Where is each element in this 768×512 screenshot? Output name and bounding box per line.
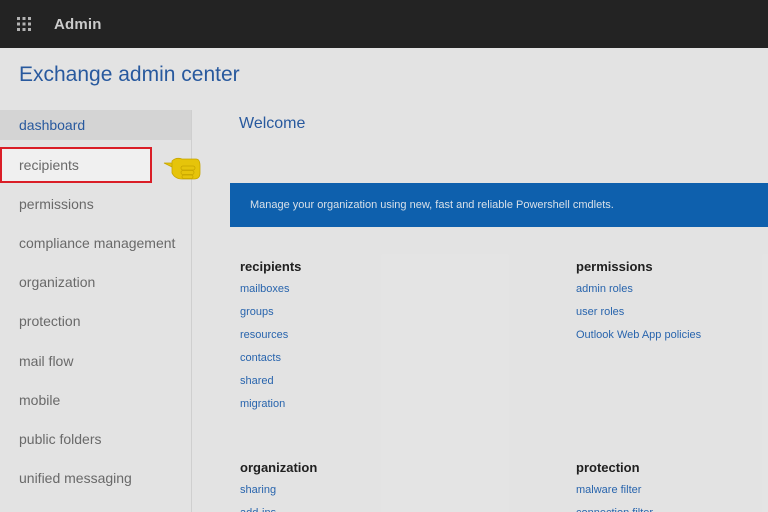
link-resources[interactable]: resources — [240, 324, 301, 347]
section-permissions: permissions admin roles user roles Outlo… — [576, 259, 701, 347]
nav-item-dashboard[interactable]: dashboard — [0, 110, 191, 140]
main-content: Welcome Manage your organization using n… — [192, 110, 768, 512]
waffle-icon — [17, 17, 31, 31]
section-title: permissions — [576, 259, 653, 274]
link-mailboxes[interactable]: mailboxes — [240, 278, 301, 301]
link-user-roles[interactable]: user roles — [576, 301, 701, 324]
link-contacts[interactable]: contacts — [240, 347, 301, 370]
link-migration[interactable]: migration — [240, 393, 301, 416]
powershell-banner[interactable]: Manage your organization using new, fast… — [230, 183, 768, 227]
nav-item-organization[interactable]: organization — [0, 267, 191, 297]
nav-item-mobile[interactable]: mobile — [0, 385, 191, 415]
link-groups[interactable]: groups — [240, 301, 301, 324]
section-protection: protection malware filter connection fil… — [576, 460, 653, 512]
link-sharing[interactable]: sharing — [240, 479, 317, 502]
nav-item-compliance-management[interactable]: compliance management — [0, 228, 191, 258]
top-bar: Admin — [0, 0, 768, 48]
link-owa-policies[interactable]: Outlook Web App policies — [576, 324, 701, 347]
section-title: protection — [576, 460, 640, 475]
section-title: organization — [240, 460, 318, 475]
admin-page: Exchange admin center dashboard recipien… — [0, 48, 768, 512]
link-shared[interactable]: shared — [240, 370, 301, 393]
link-admin-roles[interactable]: admin roles — [576, 278, 701, 301]
nav-item-protection[interactable]: protection — [0, 306, 191, 336]
nav-item-mail-flow[interactable]: mail flow — [0, 346, 191, 376]
page-title: Exchange admin center — [19, 63, 240, 86]
nav-item-unified-messaging[interactable]: unified messaging — [0, 463, 191, 493]
link-connection-filter[interactable]: connection filter — [576, 502, 653, 512]
link-add-ins[interactable]: add-ins — [240, 502, 317, 512]
nav-item-public-folders[interactable]: public folders — [0, 424, 191, 454]
nav-item-recipients[interactable]: recipients — [0, 147, 152, 183]
welcome-heading: Welcome — [239, 115, 306, 132]
section-organization: organization sharing add-ins — [240, 460, 317, 512]
section-recipients: recipients mailboxes groups resources co… — [240, 259, 301, 416]
app-launcher-button[interactable] — [0, 0, 48, 48]
nav-item-permissions[interactable]: permissions — [0, 189, 191, 219]
link-malware-filter[interactable]: malware filter — [576, 479, 653, 502]
app-name[interactable]: Admin — [54, 16, 102, 33]
section-title: recipients — [240, 259, 302, 274]
